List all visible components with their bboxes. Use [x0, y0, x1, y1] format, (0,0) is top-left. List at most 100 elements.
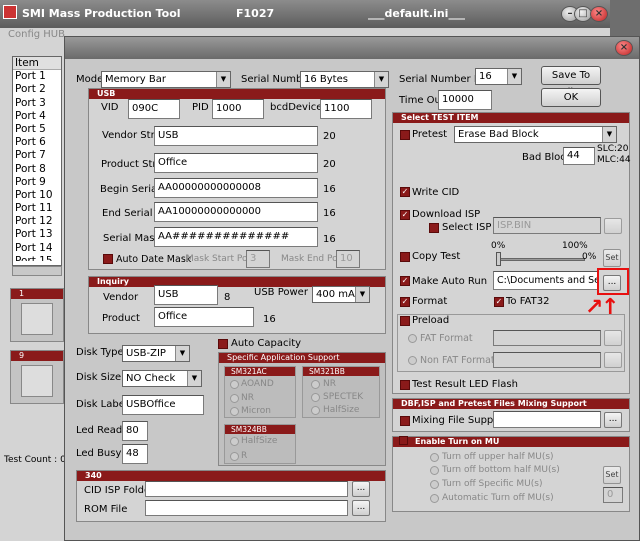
- port-item[interactable]: Port 2: [13, 83, 61, 96]
- save-to-file-button[interactable]: Save To File: [541, 66, 601, 98]
- spectek-radio[interactable]: [311, 393, 320, 402]
- timeout-input[interactable]: 10000: [438, 90, 492, 110]
- port-item[interactable]: Port 4: [13, 110, 61, 123]
- cid-isp-folder-input[interactable]: [145, 481, 348, 497]
- micron-radio[interactable]: [230, 407, 239, 416]
- vid-input[interactable]: 090C: [128, 99, 180, 119]
- port-item[interactable]: Port 10: [13, 189, 61, 202]
- copy-test-set-button[interactable]: Set: [603, 249, 621, 267]
- dialog-close-button[interactable]: ×: [615, 40, 633, 56]
- led-ready-label: Led Ready: [76, 425, 129, 436]
- download-isp-checkbox[interactable]: ✓: [400, 210, 410, 220]
- cid-isp-browse-button[interactable]: ...: [352, 481, 370, 497]
- nr-radio-bb[interactable]: [311, 380, 320, 389]
- mu-upper-radio[interactable]: [430, 453, 439, 462]
- port-item[interactable]: Port 8: [13, 163, 61, 176]
- mask-end-input[interactable]: 10: [336, 250, 360, 268]
- port-item[interactable]: Port 6: [13, 136, 61, 149]
- led-ready-input[interactable]: 80: [122, 421, 148, 441]
- inquiry-vendor-input[interactable]: USB: [154, 285, 218, 305]
- main-close-button[interactable]: ×: [590, 6, 608, 22]
- nr-radio-ac[interactable]: [230, 394, 239, 403]
- mixing-file-checkbox[interactable]: [400, 416, 410, 426]
- aoand-radio[interactable]: [230, 380, 239, 389]
- copy-test-checkbox[interactable]: [400, 252, 410, 262]
- port-list[interactable]: Item Port 1 Port 2 Port 3 Port 4 Port 5 …: [12, 56, 62, 266]
- mixing-file-input[interactable]: [493, 411, 601, 428]
- port-item[interactable]: Port 5: [13, 123, 61, 136]
- auto-capacity-checkbox[interactable]: [218, 339, 228, 349]
- non-fat-format-browse-button[interactable]: [604, 352, 622, 368]
- isp-file-input[interactable]: ISP.BIN: [493, 217, 601, 234]
- mu-bottom-radio[interactable]: [430, 466, 439, 475]
- product-str-input[interactable]: Office: [154, 153, 318, 173]
- mask-start-input[interactable]: 3: [246, 250, 270, 268]
- inquiry-product-input[interactable]: Office: [154, 307, 254, 327]
- begin-serial-input[interactable]: AA00000000000008: [154, 178, 318, 198]
- select-isp-checkbox[interactable]: [429, 223, 439, 233]
- r-radio[interactable]: [230, 452, 239, 461]
- fat-format-radio[interactable]: [408, 334, 417, 343]
- port-item[interactable]: Port 13: [13, 228, 61, 241]
- vendor-str-input[interactable]: USB: [154, 126, 318, 146]
- rom-file-browse-button[interactable]: ...: [352, 500, 370, 516]
- port-item[interactable]: Port 12: [13, 215, 61, 228]
- bad-block-input[interactable]: 44: [563, 147, 595, 165]
- port-item[interactable]: Port 15: [13, 255, 61, 261]
- port-item[interactable]: Port 3: [13, 97, 61, 110]
- isp-file-browse-button[interactable]: [604, 218, 622, 234]
- non-fat-format-input[interactable]: [493, 352, 601, 368]
- copy-test-slider-thumb[interactable]: [496, 252, 501, 266]
- auto-run-path-input[interactable]: C:\Documents and Setting: [493, 271, 598, 290]
- mu-value-input[interactable]: 0: [603, 487, 623, 503]
- usb-power-select[interactable]: 400 mA ▼: [312, 286, 370, 303]
- preload-checkbox[interactable]: [400, 316, 410, 326]
- serial-mask-input[interactable]: AA##############: [154, 227, 318, 247]
- port-item[interactable]: Port 9: [13, 176, 61, 189]
- r-label: R: [241, 451, 248, 461]
- fat-format-browse-button[interactable]: [604, 330, 622, 346]
- serial-number-select[interactable]: 16 Bytes ▼: [300, 71, 389, 88]
- halfsize-radio-bb[interactable]: [311, 406, 320, 415]
- port-list-hscroll[interactable]: [12, 266, 62, 276]
- usb-power-label: USB Power: [254, 287, 308, 298]
- slot-9-panel: 9: [10, 350, 64, 404]
- pid-input[interactable]: 1000: [212, 99, 264, 119]
- auto-date-mask-checkbox[interactable]: [103, 254, 113, 264]
- disk-size-value: NO Check: [126, 373, 176, 384]
- non-fat-format-radio[interactable]: [408, 356, 417, 365]
- disk-size-select[interactable]: NO Check ▼: [122, 370, 202, 387]
- format-checkbox[interactable]: ✓: [400, 297, 410, 307]
- disk-label-input[interactable]: USBOffice: [122, 395, 204, 415]
- mu-set-button[interactable]: Set: [603, 466, 621, 484]
- led-busy-input[interactable]: 48: [122, 444, 148, 464]
- fat-format-input[interactable]: [493, 330, 601, 346]
- pretest-select[interactable]: Erase Bad Block ▼: [454, 126, 617, 143]
- port-item[interactable]: Port 11: [13, 202, 61, 215]
- mu-auto-radio[interactable]: [430, 494, 439, 503]
- copy-test-slider-track[interactable]: [497, 258, 585, 261]
- mode-select[interactable]: Memory Bar ▼: [101, 71, 231, 88]
- mixing-file-browse-button[interactable]: ...: [604, 412, 622, 428]
- rom-file-input[interactable]: [145, 500, 348, 516]
- test-result-led-checkbox[interactable]: [400, 380, 410, 390]
- to-fat32-checkbox[interactable]: ✓: [494, 297, 504, 307]
- copy-pct-max: 100%: [562, 241, 588, 251]
- serial-len-select[interactable]: 16 ▼: [475, 68, 522, 85]
- vendor-str-len: 20: [323, 131, 336, 142]
- port-item[interactable]: Port 7: [13, 149, 61, 162]
- enable-mu-checkbox[interactable]: [399, 436, 408, 445]
- ok-button[interactable]: OK: [541, 88, 601, 107]
- disk-type-select[interactable]: USB-ZIP ▼: [122, 345, 190, 362]
- pretest-checkbox[interactable]: [400, 130, 410, 140]
- end-serial-input[interactable]: AA10000000000000: [154, 202, 318, 222]
- port-item[interactable]: Port 1: [13, 70, 61, 83]
- mu-specific-radio[interactable]: [430, 480, 439, 489]
- menu-config-hub[interactable]: Config HUB: [8, 29, 65, 40]
- port-item[interactable]: Port 14: [13, 242, 61, 255]
- bcd-input[interactable]: 1100: [320, 99, 372, 119]
- write-cid-checkbox[interactable]: ✓: [400, 187, 410, 197]
- halfsize-radio-324[interactable]: [230, 437, 239, 446]
- nr-label-ac: NR: [241, 393, 254, 403]
- make-auto-run-checkbox[interactable]: ✓: [400, 276, 410, 286]
